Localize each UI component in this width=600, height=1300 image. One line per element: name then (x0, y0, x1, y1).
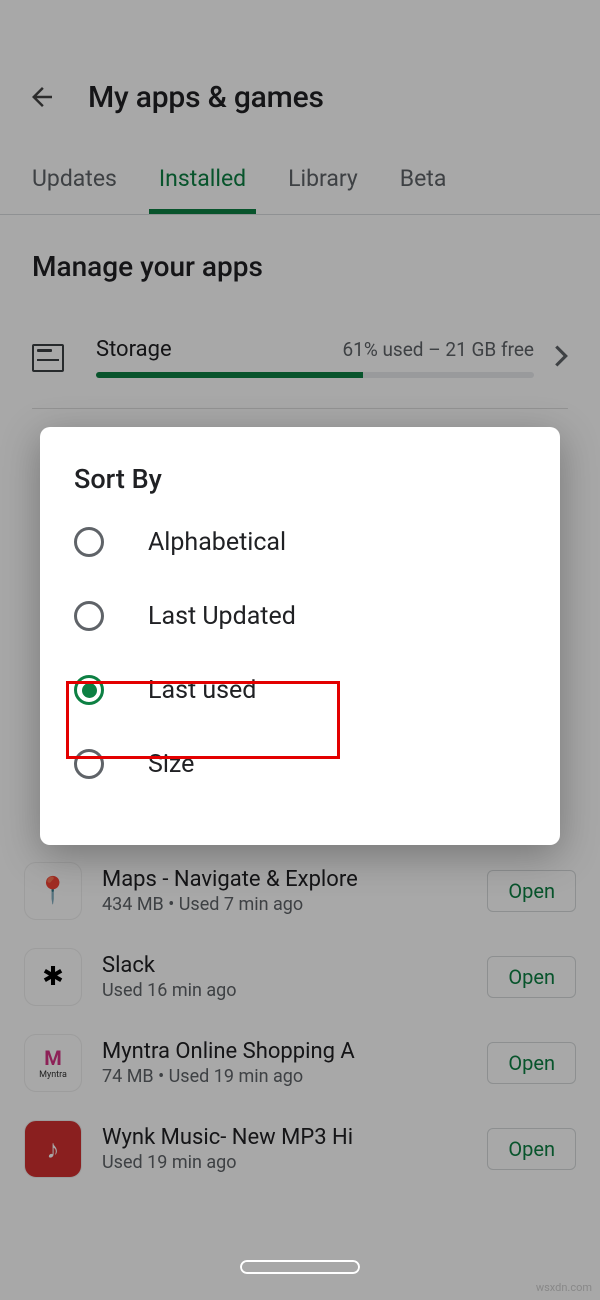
sort-option-last-updated[interactable]: Last Updated (40, 579, 560, 653)
sort-option-last-used[interactable]: Last used (40, 653, 560, 727)
nav-pill-over[interactable] (240, 1260, 360, 1274)
radio-icon (74, 601, 104, 631)
dialog-title: Sort By (40, 463, 560, 505)
watermark: wsxdn.com (536, 1281, 592, 1294)
sort-option-alphabetical[interactable]: Alphabetical (40, 505, 560, 579)
radio-icon (74, 527, 104, 557)
sort-dialog: Sort By Alphabetical Last Updated Last u… (40, 427, 560, 845)
radio-icon (74, 749, 104, 779)
sort-option-size[interactable]: Size (40, 727, 560, 801)
radio-icon-selected (74, 675, 104, 705)
